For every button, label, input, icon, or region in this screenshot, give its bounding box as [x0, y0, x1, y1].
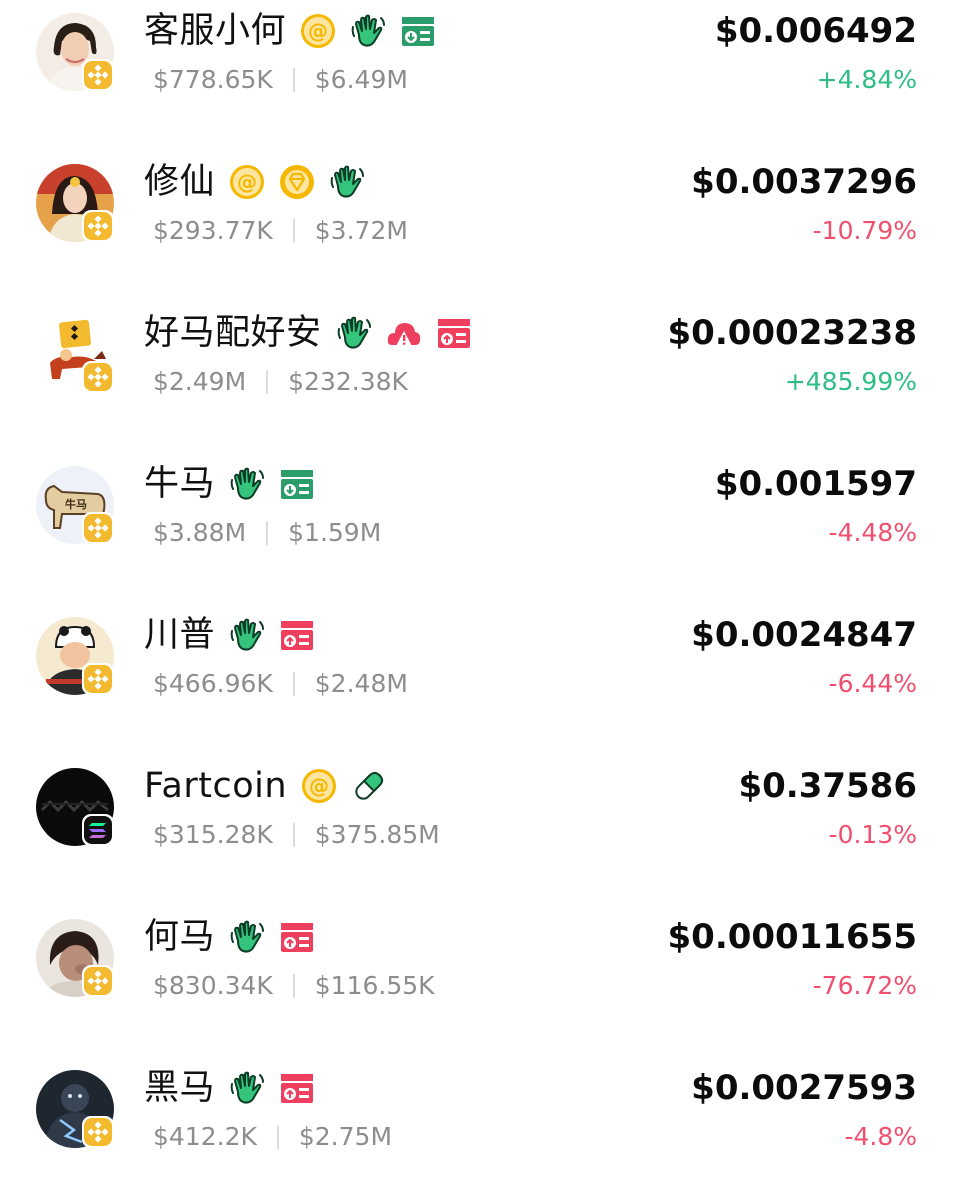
price-change: +485.99% [784, 367, 917, 396]
red-tag-icon [279, 919, 315, 955]
bnb-chain-icon [82, 1116, 114, 1148]
at-mention-icon: @ [229, 164, 265, 200]
volume-value: $466.96K [153, 669, 273, 698]
stats-divider [266, 521, 269, 545]
token-name: Fartcoin [144, 766, 288, 806]
token-row[interactable]: 好马配好安 $2.49M $232.38K $0.00023238 +485.9… [0, 302, 955, 442]
token-name: 牛马 [144, 464, 216, 504]
market-cap-value: $1.59M [288, 518, 382, 547]
volume-value: $293.77K [153, 216, 273, 245]
token-name: 何马 [144, 917, 216, 957]
token-price: $0.0024847 [691, 615, 917, 655]
red-tag-icon [279, 617, 315, 653]
price-change: +4.84% [816, 65, 917, 94]
market-cap-value: $375.85M [314, 820, 440, 849]
token-stats: $2.49M $232.38K [153, 362, 408, 402]
warning-cloud-icon [386, 315, 422, 351]
bnb-chain-icon [82, 361, 114, 393]
waving-hand-icon [229, 1070, 265, 1106]
price-change: -10.79% [812, 216, 917, 245]
token-row[interactable]: 牛马 牛马 $3.88M $1.59M $0.001597 -4.48% [0, 453, 955, 593]
token-stats: $778.65K $6.49M [153, 60, 408, 100]
bnb-chain-icon [82, 965, 114, 997]
token-row[interactable]: 川普 $466.96K $2.48M $0.0024847 -6.44% [0, 604, 955, 744]
market-cap-value: $2.48M [314, 669, 408, 698]
token-stats: $293.77K $3.72M [153, 211, 408, 251]
stats-divider [292, 974, 295, 998]
token-stats: $3.88M $1.59M [153, 513, 381, 553]
red-tag-icon [279, 1070, 315, 1106]
waving-hand-icon [329, 164, 365, 200]
volume-value: $315.28K [153, 820, 273, 849]
pill-icon [351, 768, 387, 804]
token-row[interactable]: 黑马 $412.2K $2.75M $0.0027593 -4.8% [0, 1057, 955, 1197]
green-tag-icon [279, 466, 315, 502]
token-name: 黑马 [144, 1068, 216, 1108]
price-change: -6.44% [828, 669, 917, 698]
waving-hand-icon [229, 617, 265, 653]
price-change: -0.13% [828, 820, 917, 849]
volume-value: $412.2K [153, 1122, 257, 1151]
token-price: $0.00023238 [667, 313, 918, 353]
stats-divider [266, 370, 269, 394]
token-row[interactable]: Fartcoin @ $315.28K $375.85M $0.37586 -0… [0, 755, 955, 895]
token-price: $0.0037296 [691, 162, 917, 202]
token-stats: $466.96K $2.48M [153, 664, 408, 704]
market-cap-value: $116.55K [314, 971, 435, 1000]
waving-hand-icon [229, 466, 265, 502]
token-list: 客服小何 @ $778.65K $6.49M $0.006492 +4.84% … [0, 0, 955, 1200]
token-name: 好马配好安 [144, 313, 322, 353]
waving-hand-icon [229, 919, 265, 955]
bnb-chain-icon [82, 59, 114, 91]
token-price: $0.0027593 [691, 1068, 917, 1108]
token-row[interactable]: 客服小何 @ $778.65K $6.49M $0.006492 +4.84% [0, 0, 955, 140]
at-mention-icon: @ [300, 13, 336, 49]
token-stats: $315.28K $375.85M [153, 815, 440, 855]
token-price: $0.006492 [714, 11, 917, 51]
diamond-coin-icon [279, 164, 315, 200]
volume-value: $2.49M [153, 367, 247, 396]
token-price: $0.37586 [738, 766, 917, 806]
market-cap-value: $3.72M [314, 216, 408, 245]
svg-text:@: @ [308, 19, 328, 43]
price-change: -4.48% [828, 518, 917, 547]
svg-text:牛马: 牛马 [65, 497, 87, 511]
green-tag-icon [400, 13, 436, 49]
stats-divider [276, 1125, 279, 1149]
bnb-chain-icon [82, 663, 114, 695]
market-cap-value: $6.49M [314, 65, 408, 94]
token-name: 修仙 [144, 162, 216, 202]
stats-divider [292, 68, 295, 92]
bnb-chain-icon [82, 210, 114, 242]
stats-divider [292, 672, 295, 696]
token-stats: $412.2K $2.75M [153, 1117, 392, 1157]
token-price: $0.00011655 [667, 917, 918, 957]
token-name: 客服小何 [144, 11, 287, 51]
volume-value: $3.88M [153, 518, 247, 547]
market-cap-value: $2.75M [298, 1122, 393, 1151]
red-tag-icon [436, 315, 472, 351]
token-price: $0.001597 [714, 464, 917, 504]
market-cap-value: $232.38K [288, 367, 408, 396]
price-change: -76.72% [812, 971, 917, 1000]
svg-text:@: @ [309, 774, 329, 798]
stats-divider [292, 823, 295, 847]
token-name: 川普 [144, 615, 216, 655]
stats-divider [292, 219, 295, 243]
waving-hand-icon [350, 13, 386, 49]
volume-value: $778.65K [153, 65, 273, 94]
token-row[interactable]: 修仙 @ $293.77K $3.72M $0.0037296 -10.79% [0, 151, 955, 291]
at-mention-icon: @ [301, 768, 337, 804]
volume-value: $830.34K [153, 971, 273, 1000]
svg-text:@: @ [237, 170, 257, 194]
price-change: -4.8% [844, 1122, 917, 1151]
token-stats: $830.34K $116.55K [153, 966, 435, 1006]
solana-chain-icon [82, 814, 114, 846]
bnb-chain-icon [82, 512, 114, 544]
token-row[interactable]: 何马 $830.34K $116.55K $0.00011655 -76.72% [0, 906, 955, 1046]
waving-hand-icon [336, 315, 372, 351]
